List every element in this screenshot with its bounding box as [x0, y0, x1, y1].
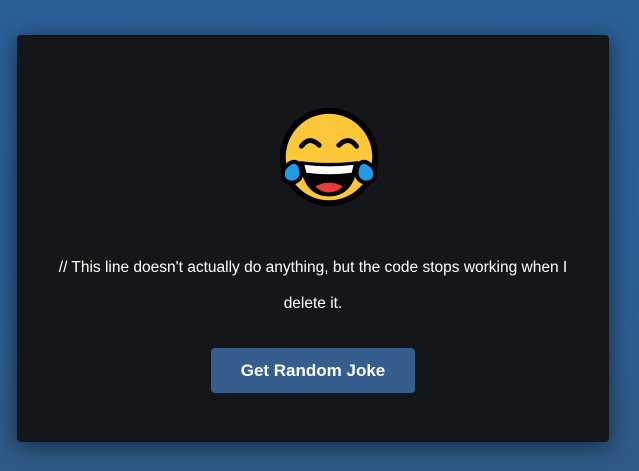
get-random-joke-button[interactable]: Get Random Joke: [211, 348, 415, 393]
joke-card: // This line doesn't actually do anythin…: [17, 35, 609, 442]
face-with-tears-of-joy-icon: [279, 107, 379, 207]
joke-text: // This line doesn't actually do anythin…: [58, 259, 568, 312]
